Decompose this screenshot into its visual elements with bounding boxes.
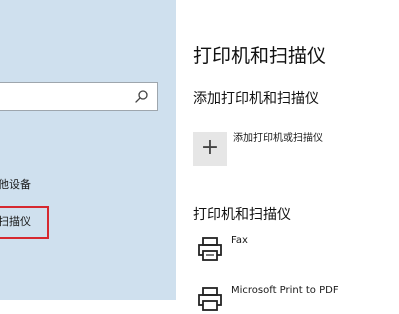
search-input[interactable] bbox=[0, 82, 158, 111]
settings-sidebar: 他设备 扫描仪 bbox=[0, 0, 176, 300]
search-icon[interactable] bbox=[134, 89, 150, 105]
add-printers-section-title: 添加打印机和扫描仪 bbox=[193, 91, 319, 107]
add-printer-button[interactable]: + 添加打印机或扫描仪 bbox=[193, 132, 393, 166]
printer-icon bbox=[198, 287, 222, 311]
plus-icon[interactable]: + bbox=[193, 132, 227, 166]
printers-scanners-panel: 打印机和扫描仪 添加打印机和扫描仪 + 添加打印机或扫描仪 打印机和扫描仪 Fa… bbox=[176, 0, 399, 311]
selected-item-highlight bbox=[0, 206, 49, 239]
page-title: 打印机和扫描仪 bbox=[193, 45, 327, 67]
printer-name: Microsoft Print to PDF bbox=[231, 285, 339, 296]
add-printer-label[interactable]: 添加打印机或扫描仪 bbox=[233, 132, 323, 146]
printer-name: Fax bbox=[231, 235, 248, 246]
sidebar-item-other-devices[interactable]: 他设备 bbox=[0, 177, 31, 193]
printers-list-section-title: 打印机和扫描仪 bbox=[193, 207, 291, 223]
printer-item-fax[interactable]: Fax bbox=[193, 234, 393, 264]
printer-icon bbox=[198, 237, 222, 261]
printer-item-microsoft-print-to-pdf[interactable]: Microsoft Print to PDF bbox=[193, 284, 393, 314]
